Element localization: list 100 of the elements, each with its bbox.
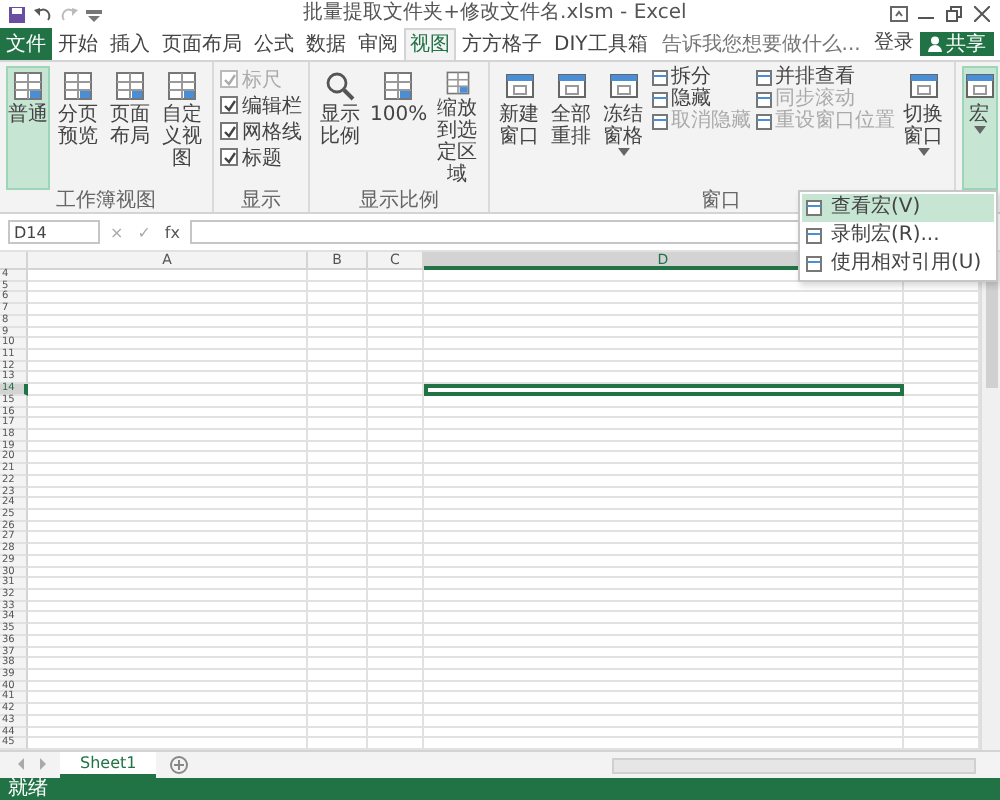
worksheet-cell[interactable]: [424, 487, 904, 499]
worksheet-cell[interactable]: [368, 635, 424, 648]
worksheet-cell[interactable]: [368, 715, 424, 728]
worksheet-cell[interactable]: [368, 395, 424, 408]
ribbon-button[interactable]: 缩放到选定区域: [433, 66, 482, 190]
worksheet-cell[interactable]: [368, 430, 424, 442]
worksheet-cell[interactable]: [368, 407, 424, 419]
worksheet-cell[interactable]: [368, 692, 424, 705]
worksheet-cell[interactable]: [308, 452, 368, 465]
worksheet-cell[interactable]: [424, 361, 904, 373]
worksheet-cell[interactable]: [28, 498, 308, 510]
worksheet-cell[interactable]: [368, 475, 424, 488]
worksheet-cell[interactable]: [28, 510, 308, 522]
worksheet-cell[interactable]: [424, 670, 904, 682]
horizontal-scrollbar[interactable]: [612, 758, 976, 774]
worksheet-cell[interactable]: [368, 521, 424, 533]
worksheet-cell[interactable]: [308, 441, 368, 453]
worksheet-cell[interactable]: [28, 464, 308, 476]
worksheet-cell[interactable]: [368, 270, 424, 282]
worksheet-cell[interactable]: [368, 384, 424, 396]
worksheet-cell[interactable]: [28, 327, 308, 339]
worksheet-cell[interactable]: [28, 670, 308, 682]
worksheet-cell[interactable]: [368, 498, 424, 510]
worksheet-cell[interactable]: [28, 395, 308, 408]
worksheet-cell[interactable]: [368, 590, 424, 602]
worksheet-cell[interactable]: [424, 555, 904, 568]
worksheet-cell[interactable]: [308, 475, 368, 488]
worksheet-cell[interactable]: [368, 372, 424, 385]
worksheet-cell[interactable]: [308, 281, 368, 293]
worksheet-cell[interactable]: [308, 304, 368, 316]
worksheet-cell[interactable]: [368, 292, 424, 305]
worksheet-cell[interactable]: [308, 590, 368, 602]
worksheet-cell[interactable]: [28, 715, 308, 728]
worksheet-cell[interactable]: [28, 658, 308, 670]
worksheet-cell[interactable]: [368, 327, 424, 339]
worksheet-cell[interactable]: [368, 464, 424, 476]
worksheet-cell[interactable]: [28, 612, 308, 625]
worksheet-cell[interactable]: [308, 418, 368, 430]
worksheet-cell[interactable]: [28, 590, 308, 602]
worksheet-cell[interactable]: [368, 612, 424, 625]
worksheet-cell[interactable]: [424, 464, 904, 476]
worksheet-cell[interactable]: [424, 544, 904, 556]
maximize-button[interactable]: [944, 4, 964, 24]
worksheet-cell[interactable]: [424, 372, 904, 385]
worksheet-cell[interactable]: [308, 395, 368, 408]
worksheet-cell[interactable]: [308, 681, 368, 693]
ribbon-small-button[interactable]: 隐藏: [651, 88, 752, 110]
worksheet-cell[interactable]: [368, 624, 424, 636]
worksheet-cell[interactable]: [424, 452, 904, 465]
ribbon-button[interactable]: 切换窗口: [899, 66, 948, 190]
worksheet-cell[interactable]: [368, 578, 424, 590]
worksheet-cell[interactable]: [368, 704, 424, 716]
ribbon-button[interactable]: 新建窗口: [495, 66, 544, 190]
worksheet-cell[interactable]: [424, 578, 904, 590]
sign-in-link[interactable]: 登录: [874, 28, 914, 60]
ribbon-options-button[interactable]: [888, 4, 908, 24]
worksheet-cell[interactable]: [368, 510, 424, 522]
menu-item[interactable]: 查看宏(V): [802, 194, 994, 222]
worksheet-cell[interactable]: [28, 338, 308, 350]
ribbon-button[interactable]: 100%: [368, 66, 430, 190]
worksheet-cell[interactable]: [368, 452, 424, 465]
ribbon-button[interactable]: 冻结窗格: [599, 66, 648, 190]
worksheet-cell[interactable]: [28, 487, 308, 499]
close-button[interactable]: [972, 4, 992, 24]
worksheet-cell[interactable]: [424, 727, 904, 739]
worksheet-cell[interactable]: [28, 270, 308, 282]
worksheet-cell[interactable]: [368, 567, 424, 579]
worksheet-cell[interactable]: [368, 281, 424, 293]
worksheet-cell[interactable]: [308, 487, 368, 499]
ribbon-button[interactable]: 全部重排: [547, 66, 596, 190]
vertical-scrollbar[interactable]: [980, 252, 1000, 750]
worksheet-cell[interactable]: [28, 430, 308, 442]
worksheet-cell[interactable]: [308, 384, 368, 396]
worksheet-cell[interactable]: [308, 670, 368, 682]
worksheet-cell[interactable]: [368, 315, 424, 328]
worksheet-cell[interactable]: [308, 567, 368, 579]
worksheet-cell[interactable]: [308, 338, 368, 350]
worksheet-cell[interactable]: [28, 532, 308, 545]
worksheet-cell[interactable]: [424, 418, 904, 430]
worksheet-cell[interactable]: [308, 544, 368, 556]
worksheet-cell[interactable]: [308, 292, 368, 305]
worksheet-cell[interactable]: [28, 350, 308, 362]
worksheet-cell[interactable]: [424, 658, 904, 670]
ribbon-tab[interactable]: 视图: [404, 28, 456, 60]
ribbon-small-button[interactable]: 并排查看: [755, 66, 896, 88]
worksheet-cell[interactable]: [368, 361, 424, 373]
worksheet-cell[interactable]: [308, 601, 368, 613]
worksheet-cell[interactable]: [28, 692, 308, 705]
worksheet-cell[interactable]: [368, 670, 424, 682]
worksheet-cell[interactable]: [424, 304, 904, 316]
worksheet-cell[interactable]: [308, 327, 368, 339]
worksheet-cell[interactable]: [308, 635, 368, 648]
worksheet-cell[interactable]: [424, 281, 904, 293]
worksheet-cell[interactable]: [424, 601, 904, 613]
worksheet-cell[interactable]: [28, 315, 308, 328]
worksheet-cell[interactable]: [308, 578, 368, 590]
worksheet-cell[interactable]: [28, 372, 308, 385]
worksheet-cell[interactable]: [424, 475, 904, 488]
ribbon-checkbox[interactable]: 标题: [220, 144, 302, 170]
worksheet-cell[interactable]: [424, 441, 904, 453]
